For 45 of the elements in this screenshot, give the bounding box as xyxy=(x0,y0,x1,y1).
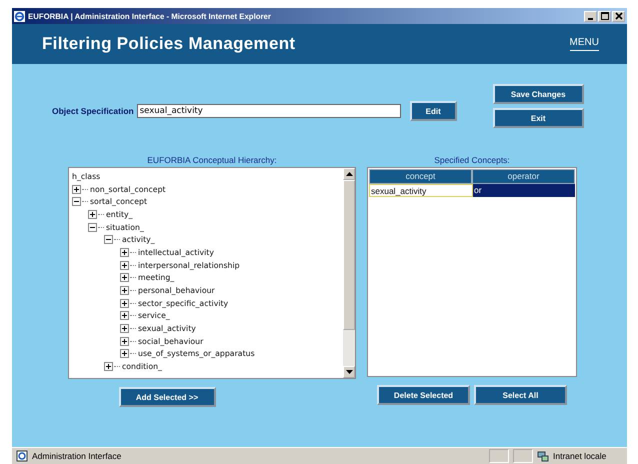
delete-selected-button[interactable]: Delete Selected xyxy=(377,385,470,405)
expand-icon[interactable] xyxy=(120,336,129,346)
close-button[interactable] xyxy=(612,10,625,22)
table-row[interactable]: sexual_activity or xyxy=(369,184,575,197)
browser-icon xyxy=(14,10,25,22)
collapse-icon[interactable] xyxy=(104,235,113,244)
page-title: Filtering Policies Management xyxy=(42,34,296,54)
collapse-icon[interactable] xyxy=(72,197,81,206)
object-specification-field[interactable]: sexual_activity xyxy=(136,104,401,118)
edit-button[interactable]: Edit xyxy=(410,101,457,121)
network-icon xyxy=(537,450,549,462)
expand-icon[interactable] xyxy=(120,311,129,320)
close-icon xyxy=(614,12,622,20)
maximize-icon xyxy=(600,12,608,20)
expand-icon[interactable] xyxy=(120,324,129,334)
exit-button[interactable]: Exit xyxy=(492,108,584,128)
column-header[interactable]: concept xyxy=(369,169,472,184)
expand-icon[interactable] xyxy=(120,273,129,282)
save-changes-button[interactable]: Save Changes xyxy=(492,84,584,104)
expand-icon[interactable] xyxy=(104,362,113,372)
expand-icon[interactable] xyxy=(120,298,129,308)
tree-heading: EUFORBIA Conceptual Hierarchy: xyxy=(147,155,277,167)
add-selected-button[interactable]: Add Selected >> xyxy=(118,387,216,407)
expand-icon[interactable] xyxy=(120,248,129,257)
field-label: Object Specification xyxy=(52,106,134,116)
table-cell: sexual_activity xyxy=(369,184,473,197)
zone-text: Intranet locale xyxy=(553,451,608,461)
minimize-button[interactable] xyxy=(584,10,597,22)
expand-icon[interactable] xyxy=(120,349,129,358)
table-heading: Specified Concepts: xyxy=(434,155,510,167)
scroll-up-icon[interactable] xyxy=(346,172,352,176)
maximize-button[interactable] xyxy=(598,10,611,22)
status-text: Administration Interface xyxy=(32,451,122,461)
scroll-down-icon[interactable] xyxy=(346,370,352,374)
column-header[interactable]: operator xyxy=(472,169,575,184)
collapse-icon[interactable] xyxy=(88,222,97,232)
expand-icon[interactable] xyxy=(88,210,97,219)
menu-link[interactable]: MENU xyxy=(570,37,599,51)
scrollbar[interactable] xyxy=(343,168,355,378)
expand-icon[interactable] xyxy=(120,260,129,270)
expand-icon[interactable] xyxy=(120,286,129,296)
table-cell: or xyxy=(473,184,575,197)
page-icon xyxy=(16,450,28,462)
expand-icon[interactable] xyxy=(72,184,81,194)
select-all-button[interactable]: Select All xyxy=(474,385,567,405)
